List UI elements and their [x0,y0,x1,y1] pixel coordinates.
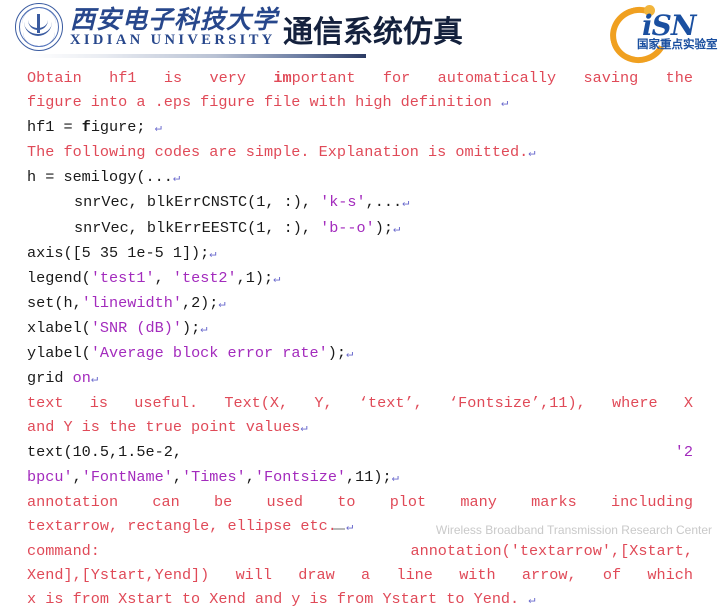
paragraph-mark-icon: ↵ [393,221,401,236]
content-line: annotation can be used to plot many mark… [27,490,693,514]
text-segment: legend( [27,268,91,287]
paragraph-mark-icon: ↵ [500,96,509,111]
content-line: ylabel('Average block error rate');↵ [27,341,693,366]
text-segment: text is useful. Text(X, Y, ‘text’, ‘Font… [27,394,693,413]
slide-title: 通信系统仿真 [283,15,463,50]
text-segment: text(10.5,1.5e-2, [27,443,675,462]
slide-header: 西安电子科技大学 XIDIAN UNIVERSITY 通信系统仿真 iSN 国家… [0,0,720,70]
text-segment: 'Average block error rate' [90,344,328,363]
paragraph-mark-icon: ↵ [273,271,281,286]
text-segment: figure into a .eps figure file with high… [27,93,501,112]
text-segment: and Y is the true point values [27,418,301,437]
text-segment: set(h, [27,293,82,312]
slide-footer: Wireless Broadband Transmission Research… [0,520,720,538]
text-segment: portant for automatically saving the [291,69,694,87]
slide: 西安电子科技大学 XIDIAN UNIVERSITY 通信系统仿真 iSN 国家… [0,0,720,608]
content-line: legend('test1', 'test2',1);↵ [27,266,693,291]
text-segment: snrVec, blkErrCNSTC(1, :), [74,193,321,212]
content-line: x is from Xstart to Xend and y is from Y… [27,587,693,612]
university-name-cn: 西安电子科技大学 [70,4,279,34]
text-segment: , [154,268,173,287]
text-segment: ylabel( [27,344,91,363]
paragraph-mark-icon: ↵ [218,296,226,311]
content-line: snrVec, blkErrCNSTC(1, :), 'k-s',...↵ [27,190,693,215]
page-marker [333,528,345,530]
text-segment: ,... [365,193,403,212]
content-line: and Y is the true point values↵ [27,415,693,440]
content-line: command: annotation('textarrow',[Xstart, [27,539,693,563]
text-segment: grid [27,369,73,388]
lab-logo-subtitle: 国家重点实验室 [637,37,718,51]
text-segment: 'k-s' [320,193,366,212]
text-segment: xlabel( [27,318,91,337]
text-segment: ,2); [181,293,219,312]
paragraph-mark-icon: ↵ [154,121,162,136]
text-segment: hf1 = [27,118,82,137]
text-segment: 'linewidth' [81,293,182,312]
text-segment: Xend],[Ystart,Yend]) will draw a line wi… [27,565,693,584]
text-segment: snrVec, blkErrEESTC(1, :), [74,218,321,237]
content-line: text is useful. Text(X, Y, ‘text’, ‘Font… [27,391,693,415]
text-segment: ); [374,218,393,237]
university-name-en: XIDIAN UNIVERSITY [70,31,276,48]
text-segment: bpcu' [27,467,73,486]
content-line: bpcu','FontName','Times','Fontsize',11);… [27,465,693,490]
text-segment: 'b--o' [320,218,375,237]
content-line: hf1 = figure; ↵ [27,115,693,140]
text-segment: command: annotation('textarrow',[Xstart, [27,541,693,560]
content-line: The following codes are simple. Explanat… [27,140,693,165]
text-segment: The following codes are simple. Explanat… [27,143,529,162]
paragraph-mark-icon: ↵ [300,421,308,436]
university-logo: 西安电子科技大学 XIDIAN UNIVERSITY [14,2,278,52]
paragraph-mark-icon: ↵ [90,372,99,387]
text-segment: 'SNR (dB)' [90,318,182,337]
header-divider [30,54,366,58]
content-line: text(10.5,1.5e-2, '2 [27,440,693,464]
content-line: h = semilogy(...↵ [27,165,693,190]
text-segment: '2 [674,443,693,462]
lab-logo: iSN 国家重点实验室 [603,0,718,70]
text-segment: ); [181,318,201,337]
paragraph-mark-icon: ↵ [528,592,536,607]
paragraph-mark-icon: ↵ [200,321,208,336]
paragraph-mark-icon: ↵ [528,146,536,161]
text-segment: im [273,69,292,87]
text-segment: axis([5 35 1e-5 1]); [27,243,210,262]
content-line: set(h,'linewidth',2);↵ [27,291,693,316]
text-segment: 'test2' [172,268,237,287]
paragraph-mark-icon: ↵ [209,246,217,261]
text-segment: ,11); [346,467,392,486]
text-segment: annotation can be used to plot many mark… [27,492,693,511]
paragraph-mark-icon: ↵ [402,196,410,211]
content-line: axis([5 35 1e-5 1]);↵ [27,241,693,266]
text-segment: igure; [90,118,155,137]
university-crest-icon [14,2,64,52]
text-segment: on [72,369,91,388]
content-line: Xend],[Ystart,Yend]) will draw a line wi… [27,563,693,587]
text-segment: , [72,467,82,486]
content-line: Obtain hf1 is very important for automat… [27,66,693,90]
paragraph-mark-icon: ↵ [346,347,354,362]
text-segment: ,1); [236,268,274,287]
text-segment: , [245,467,255,486]
text-segment: f [81,118,91,137]
content-line: grid on↵ [27,366,693,391]
paragraph-mark-icon: ↵ [172,171,181,186]
text-segment: 'Fontsize' [254,467,347,486]
content-line: figure into a .eps figure file with high… [27,90,693,115]
text-segment: 'Times' [181,467,246,486]
text-segment: 'test1' [90,268,155,287]
footer-text: Wireless Broadband Transmission Research… [435,523,712,537]
paragraph-mark-icon: ↵ [391,470,399,485]
text-segment: Obtain hf1 is very [27,69,274,87]
text-segment: , [172,467,182,486]
text-segment: h = semilogy(... [27,168,173,187]
content-line: xlabel('SNR (dB)');↵ [27,316,693,341]
text-segment: x is from Xstart to Xend and y is from Y… [27,589,529,608]
text-segment: ); [327,344,347,363]
content-line: snrVec, blkErrEESTC(1, :), 'b--o');↵ [27,216,693,241]
text-segment: 'FontName' [81,467,173,486]
